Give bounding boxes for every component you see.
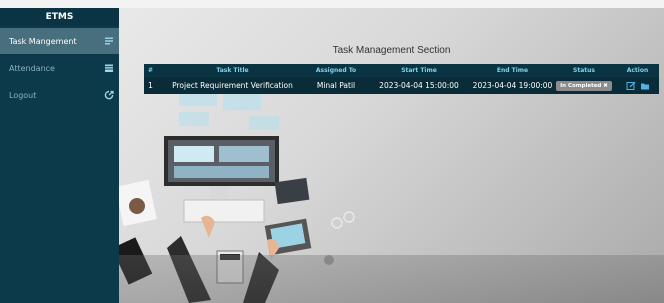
status-badge: In Completed ✖ xyxy=(556,80,612,91)
sidebar-item-label: Attendance xyxy=(9,64,55,73)
header-start-time: Start Time xyxy=(401,67,437,74)
row-start-time: 2023-04-04 15:00:00 xyxy=(379,81,459,90)
row-actions xyxy=(616,77,659,94)
list-icon xyxy=(105,37,113,45)
brand-logo: ETMS xyxy=(0,8,119,26)
sidebar-item-attendance[interactable]: Attendance xyxy=(0,55,119,81)
folder-icon[interactable] xyxy=(640,81,650,91)
sidebar-item-label: Task Mangement xyxy=(9,37,77,46)
header-end-time: End Time xyxy=(496,67,529,74)
header-num: # xyxy=(147,67,154,74)
desk-edge xyxy=(119,255,664,303)
sidebar-item-logout[interactable]: Logout xyxy=(0,82,119,108)
header-action: Action xyxy=(626,67,649,74)
calendar-icon xyxy=(105,64,113,72)
logout-icon xyxy=(104,90,114,100)
top-strip xyxy=(0,0,664,8)
sidebar-item-label: Logout xyxy=(9,91,37,100)
row-end-time: 2023-04-04 19:00:00 xyxy=(472,81,553,90)
sidebar-item-task-management[interactable]: Task Mangement xyxy=(0,28,119,54)
page-title: Task Management Section xyxy=(332,45,451,56)
header-assigned-to: Assigned To xyxy=(315,67,357,74)
row-assigned-to: Minal Patil xyxy=(316,81,356,90)
main-content: Task Management Section # Task Title Ass… xyxy=(119,8,664,303)
row-task-title: Project Requirement Verification xyxy=(172,81,293,90)
row-num: 1 xyxy=(148,81,153,90)
header-status: Status xyxy=(573,67,595,74)
table-header: # Task Title Assigned To Start Time End … xyxy=(144,64,659,77)
row-status: In Completed ✖ xyxy=(554,77,614,94)
edit-icon[interactable] xyxy=(626,81,636,91)
header-task-title: Task Title xyxy=(216,67,249,74)
tasks-table: # Task Title Assigned To Start Time End … xyxy=(144,64,659,94)
sidebar: ETMS Task Mangement Attendance Logout xyxy=(0,8,119,303)
table-row: 1 Project Requirement Verification Minal… xyxy=(144,77,659,94)
